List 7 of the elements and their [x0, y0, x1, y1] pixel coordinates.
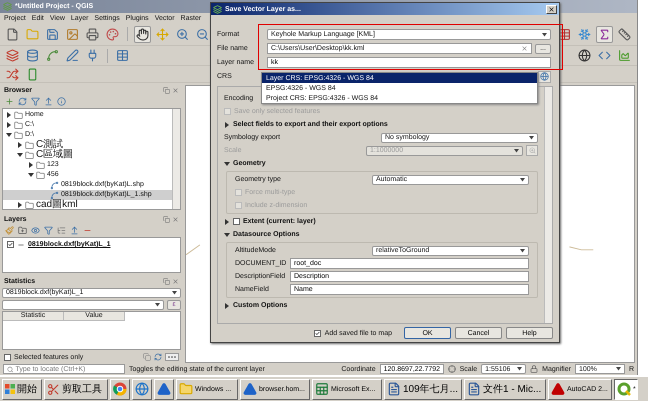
taskbar-button[interactable]: 文件1 - Mic...	[464, 378, 546, 400]
start-button[interactable]: 開始	[2, 378, 42, 400]
tree-item[interactable]: C測試	[36, 140, 64, 150]
tree-item[interactable]: cad圖kml	[36, 200, 78, 210]
taskbar-button[interactable]: 109年七月...	[384, 378, 462, 400]
taskbar-button[interactable]: 剪取工具	[44, 378, 108, 400]
tree-item[interactable]: C區域圖	[36, 150, 74, 160]
